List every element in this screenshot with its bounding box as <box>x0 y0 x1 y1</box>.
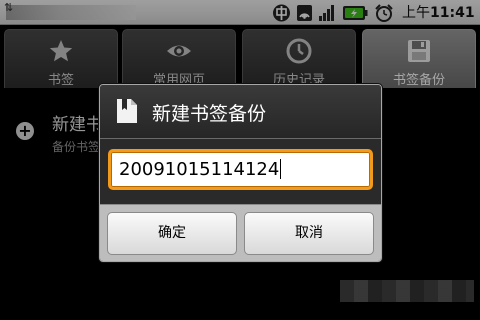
dialog-body: 20091015114124 <box>100 140 381 204</box>
dialog-title: 新建书签备份 <box>152 103 267 125</box>
dialog-title-bar: 新建书签备份 <box>100 85 381 139</box>
ok-button[interactable]: 确定 <box>107 212 237 255</box>
bookmark-file-icon <box>117 99 137 123</box>
cancel-button[interactable]: 取消 <box>244 212 374 255</box>
backup-name-input[interactable]: 20091015114124 <box>108 149 373 190</box>
text-caret <box>280 159 282 179</box>
dialog-button-bar: 确定 取消 <box>100 204 381 261</box>
input-value: 20091015114124 <box>119 159 280 180</box>
new-backup-dialog: 新建书签备份 20091015114124 确定 取消 <box>99 84 382 262</box>
